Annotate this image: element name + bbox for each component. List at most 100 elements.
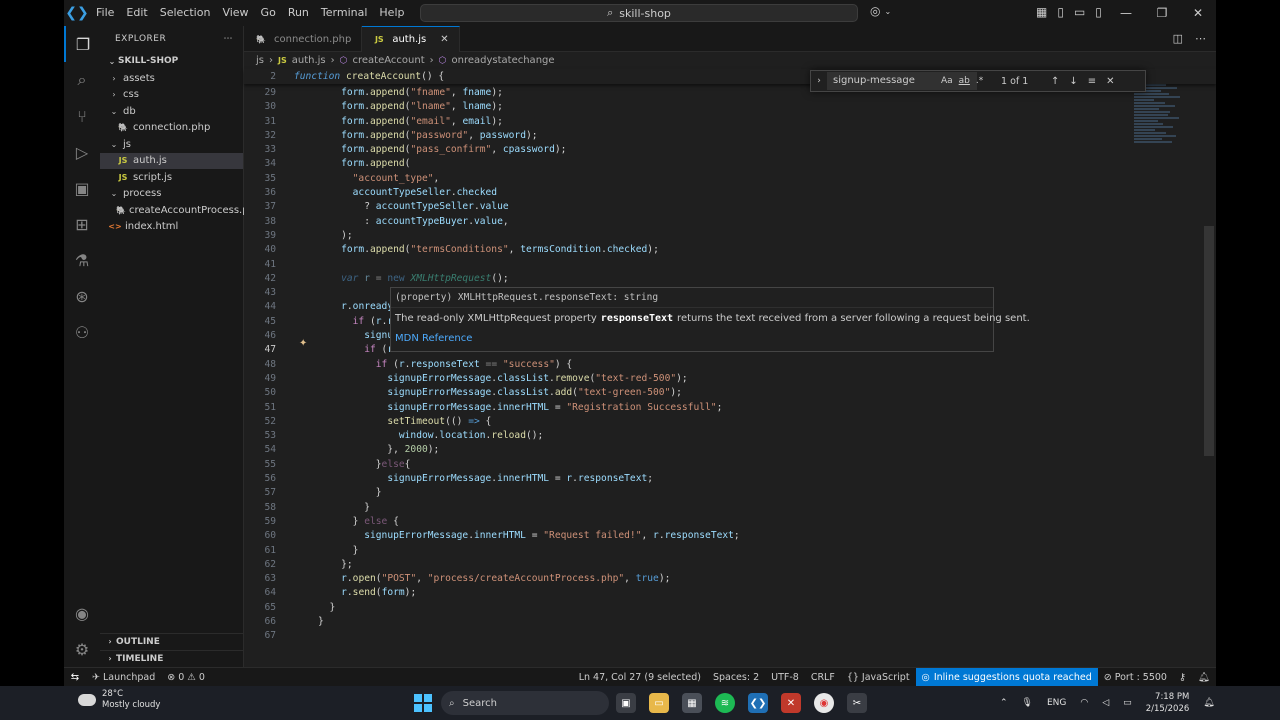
battery-icon[interactable]: ▭ (1123, 698, 1132, 708)
code-line[interactable]: 30 form.append("lname", lname); (244, 100, 1216, 114)
menu-run[interactable]: Run (282, 0, 315, 26)
lightbulb-icon[interactable]: ✦ (299, 338, 307, 349)
gear-icon[interactable]: ⚙ (64, 631, 100, 667)
find-in-selection-icon[interactable]: ≡ (1088, 76, 1096, 87)
toggle-replace-icon[interactable]: › (811, 76, 827, 86)
close-icon[interactable]: ✕ (440, 34, 448, 45)
tree-item-script-js[interactable]: JS script.js (100, 169, 243, 186)
code-line[interactable]: 49 signupErrorMessage.classList.remove("… (244, 372, 1216, 386)
microphone-icon[interactable]: 🎙︎ (1022, 698, 1033, 708)
tree-item-createaccountprocess-php[interactable]: 🐘 createAccountProcess.php (100, 202, 261, 219)
code-line[interactable]: 58 } (244, 501, 1216, 515)
code-line[interactable]: 35 "account_type", (244, 172, 1216, 186)
toggle-sidebar-icon[interactable]: ▯ (1057, 5, 1064, 19)
notification-icon[interactable]: 🔔︎ (1203, 698, 1214, 708)
code-line[interactable]: 41 (244, 258, 1216, 272)
code-line[interactable]: 56 signupErrorMessage.innerHTML = r.resp… (244, 472, 1216, 486)
toggle-secondary-sidebar-icon[interactable]: ▯ (1095, 5, 1102, 19)
calculator-icon[interactable]: ▦ (682, 693, 702, 713)
customize-layout-icon[interactable]: ▦ (1036, 5, 1047, 19)
menu-terminal[interactable]: Terminal (315, 0, 374, 26)
snipping-tool-icon[interactable]: ✂ (847, 693, 867, 713)
code-line[interactable]: 53 window.location.reload(); (244, 429, 1216, 443)
breadcrumb-file[interactable]: auth.js (292, 55, 326, 66)
code-line[interactable]: 51 signupErrorMessage.innerHTML = "Regis… (244, 401, 1216, 415)
tree-item-db[interactable]: ⌄ db (100, 103, 243, 120)
more-actions-icon[interactable]: ⋯ (1195, 32, 1206, 45)
language-indicator[interactable]: ENG (1047, 698, 1066, 708)
run-debug-icon[interactable]: ▷ (64, 134, 100, 170)
match-word-toggle[interactable]: ab (959, 76, 970, 86)
menu-go[interactable]: Go (255, 0, 282, 26)
minimize-icon[interactable]: — (1108, 0, 1144, 26)
language-mode[interactable]: {} JavaScript (841, 672, 916, 683)
encoding[interactable]: UTF-8 (765, 672, 805, 683)
accounts-icon[interactable]: ⚷ (1173, 672, 1192, 683)
search-view-icon[interactable]: ⌕ (64, 62, 100, 98)
explorer-icon[interactable]: ❐ (64, 26, 100, 62)
code-line[interactable]: 60 signupErrorMessage.innerHTML = "Reque… (244, 529, 1216, 543)
tree-item-assets[interactable]: › assets (100, 70, 243, 87)
chevron-up-icon[interactable]: ⌃ (1000, 698, 1008, 708)
code-line[interactable]: 34 form.append( (244, 157, 1216, 171)
file-explorer-icon[interactable]: ▭ (649, 693, 669, 713)
extensions-icon[interactable]: ⊞ (64, 206, 100, 242)
testing-icon[interactable]: ⚗ (64, 242, 100, 278)
code-line[interactable]: 42 var r = new XMLHttpRequest(); (244, 272, 1216, 286)
code-line[interactable]: 40 form.append("termsConditions", termsC… (244, 243, 1216, 257)
account-icon[interactable]: ◉ (64, 595, 100, 631)
command-center[interactable]: ⌕ skill-shop (420, 4, 858, 22)
code-line[interactable]: 61 } (244, 544, 1216, 558)
tree-item-connection-php[interactable]: 🐘 connection.php (100, 120, 243, 137)
taskbar-search[interactable]: ⌕ Search (441, 691, 609, 715)
menu-edit[interactable]: Edit (120, 0, 153, 26)
live-share-icon[interactable]: ⚇ (64, 314, 100, 350)
tree-item-process[interactable]: ⌄ process (100, 186, 243, 203)
code-line[interactable]: 62 }; (244, 558, 1216, 572)
breadcrumb-folder[interactable]: js (256, 55, 264, 66)
code-line[interactable]: 33 form.append("pass_confirm", cpassword… (244, 143, 1216, 157)
more-actions-icon[interactable]: ⋯ (224, 34, 234, 44)
code-line[interactable]: 67 (244, 629, 1216, 643)
toggle-panel-icon[interactable]: ▭ (1074, 5, 1085, 19)
volume-icon[interactable]: ◁ (1102, 698, 1109, 708)
close-window-icon[interactable]: ✕ (1180, 0, 1216, 26)
windows-start-icon[interactable] (414, 694, 432, 712)
menu-selection[interactable]: Selection (154, 0, 217, 26)
tree-item-auth-js[interactable]: JS auth.js (100, 152, 243, 169)
vscode-taskbar-icon[interactable]: ❮❯ (748, 693, 768, 713)
copilot-button[interactable]: ◎ ⌄ (870, 4, 891, 18)
tree-item-index-html[interactable]: <> index.html (100, 219, 243, 236)
code-line[interactable]: 32 form.append("password", password); (244, 129, 1216, 143)
regex-toggle[interactable]: .* (976, 76, 983, 86)
close-icon[interactable]: ✕ (1106, 76, 1114, 87)
xampp-icon[interactable]: ✕ (781, 693, 801, 713)
menu-file[interactable]: File (90, 0, 120, 26)
split-editor-icon[interactable]: ◫ (1173, 32, 1183, 45)
weather-widget[interactable]: 28°C Mostly cloudy (78, 689, 160, 711)
menu-view[interactable]: View (216, 0, 254, 26)
outline-section[interactable]: › OUTLINE (100, 633, 244, 649)
match-case-toggle[interactable]: Aa (941, 76, 953, 86)
cursor-position[interactable]: Ln 47, Col 27 (9 selected) (573, 672, 707, 683)
mdn-reference-link[interactable]: MDN Reference (391, 330, 993, 348)
code-line[interactable]: 38 : accountTypeBuyer.value, (244, 215, 1216, 229)
code-line[interactable]: 66} (244, 615, 1216, 629)
clock[interactable]: 7:18 PM 2/15/2026 (1146, 691, 1190, 715)
task-view-icon[interactable]: ▣ (616, 693, 636, 713)
remote-indicator-icon[interactable]: ⇆ (64, 668, 86, 687)
breadcrumb-member[interactable]: onreadystatechange (452, 55, 555, 66)
vertical-scrollbar[interactable] (1204, 226, 1214, 456)
code-line[interactable]: 39 ); (244, 229, 1216, 243)
source-control-icon[interactable]: ⑂ (64, 98, 100, 134)
code-line[interactable]: 52 setTimeout(() => { (244, 415, 1216, 429)
copilot-quota-warning[interactable]: ◎ Inline suggestions quota reached (915, 668, 1098, 686)
git-graph-icon[interactable]: ⊛ (64, 278, 100, 314)
workspace-root[interactable]: ⌄ SKILL-SHOP (100, 52, 243, 70)
previous-match-icon[interactable]: ↑ (1051, 76, 1059, 87)
remote-explorer-icon[interactable]: ▣ (64, 170, 100, 206)
code-line[interactable]: 31 form.append("email", email); (244, 115, 1216, 129)
tree-item-js[interactable]: ⌄ js (100, 136, 243, 153)
live-server-port[interactable]: ⊘ Port : 5500 (1098, 672, 1173, 683)
code-line[interactable]: 37 ? accountTypeSeller.value (244, 200, 1216, 214)
